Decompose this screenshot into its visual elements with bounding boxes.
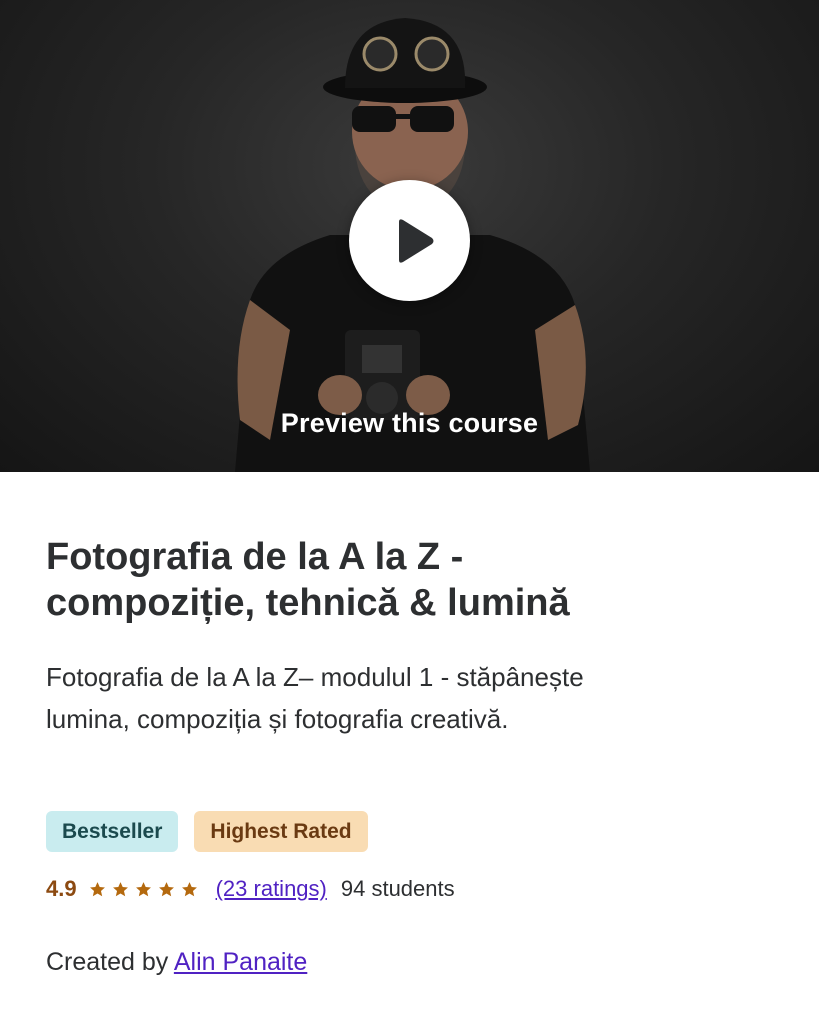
course-subtitle: Fotografia de la A la Z– modulul 1 - stă… [46,656,786,740]
highest-rated-badge: Highest Rated [194,811,368,852]
created-by-label: Created by [46,948,174,976]
rating-row: 4.9 (23 ratings) 94 students [46,872,455,906]
star-icon [181,881,197,896]
star-icon [112,881,128,896]
course-subtitle-line-1: Fotografia de la A la Z– modulul 1 - stă… [46,662,584,692]
created-by: Created by Alin Panaite [46,948,307,977]
star-icon [158,881,174,896]
play-icon [398,218,433,263]
course-subtitle-line-2: lumina, compoziția și fotografia creativ… [46,704,509,734]
bestseller-badge: Bestseller [46,811,179,852]
rating-value: 4.9 [46,876,77,901]
students-count: 94 students [340,876,455,901]
star-icon [135,881,151,896]
star-icon [89,881,105,896]
play-button[interactable] [349,180,470,301]
preview-this-course-label: Preview this course [280,408,539,438]
instructor-link[interactable]: Alin Panaite [174,948,307,976]
course-info: Fotografia de la A la Z - compoziție, te… [46,534,786,740]
ratings-count-link[interactable]: (23 ratings) [216,876,327,902]
course-badges: Bestseller Highest Rated [46,811,368,852]
course-title: Fotografia de la A la Z - compoziție, te… [46,534,786,626]
course-title-line-2: compoziție, tehnică & lumină [46,582,570,624]
course-title-line-1: Fotografia de la A la Z - [46,536,464,578]
rating-stars [89,881,198,898]
course-preview-video[interactable]: Preview this course [0,0,819,472]
